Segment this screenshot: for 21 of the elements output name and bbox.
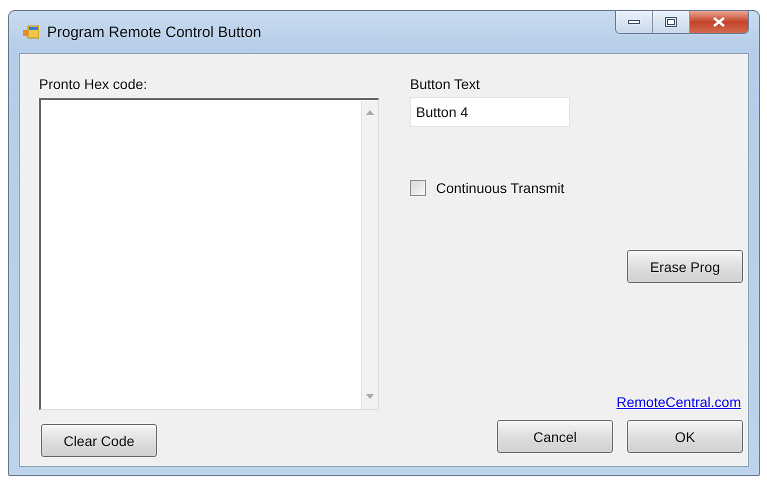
website-link[interactable]: RemoteCentral.com (616, 394, 741, 410)
scroll-up-icon[interactable] (366, 110, 374, 115)
checkbox[interactable] (410, 180, 426, 196)
erase-prog-button[interactable]: Erase Prog (627, 250, 743, 283)
scrollbar[interactable] (361, 100, 378, 409)
minimize-button[interactable] (616, 11, 653, 33)
checkbox-label: Continuous Transmit (436, 180, 564, 196)
minimize-icon (628, 20, 640, 24)
scroll-down-icon[interactable] (366, 394, 374, 399)
close-button[interactable] (690, 11, 748, 33)
ok-button[interactable]: OK (627, 420, 743, 453)
maximize-icon (665, 17, 677, 27)
clear-code-button[interactable]: Clear Code (41, 424, 157, 457)
app-icon (23, 24, 39, 40)
close-icon (713, 17, 725, 27)
button-text-field[interactable]: Button 4 (410, 97, 570, 127)
maximize-button[interactable] (653, 11, 690, 33)
cancel-button[interactable]: Cancel (497, 420, 613, 453)
window-title: Program Remote Control Button (47, 24, 262, 40)
hex-code-label: Pronto Hex code: (39, 76, 148, 92)
button-text-label: Button Text (410, 76, 481, 92)
